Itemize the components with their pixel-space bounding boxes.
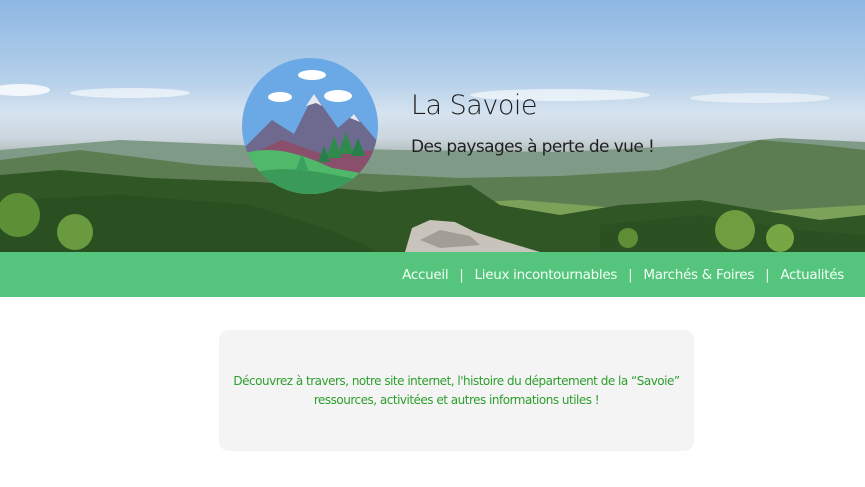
intro-card: Découvrez à travers, notre site internet… [219, 330, 694, 451]
intro-text-line-1: Découvrez à travers, notre site internet… [233, 373, 680, 388]
nav-menu: Accueil | Lieux incontournables | Marché… [402, 252, 844, 297]
hero-banner: La Savoie Des paysages à perte de vue ! [0, 0, 865, 252]
nav-item-lieux-incontournables[interactable]: Lieux incontournables [475, 267, 618, 283]
main-navigation: Accueil | Lieux incontournables | Marché… [0, 252, 865, 297]
site-title: La Savoie [411, 90, 537, 121]
nav-separator: | [765, 266, 770, 283]
landscape-photo [0, 84, 865, 252]
nav-separator: | [459, 266, 464, 283]
nav-item-accueil[interactable]: Accueil [402, 267, 448, 283]
intro-text-line-2: ressources, activitées et autres informa… [313, 392, 600, 407]
nav-separator: | [628, 266, 633, 283]
site-logo-icon[interactable] [242, 58, 378, 194]
nav-item-actualites[interactable]: Actualités [780, 267, 844, 283]
nav-item-marches-foires[interactable]: Marchés & Foires [643, 267, 754, 283]
site-tagline: Des paysages à perte de vue ! [411, 137, 655, 157]
